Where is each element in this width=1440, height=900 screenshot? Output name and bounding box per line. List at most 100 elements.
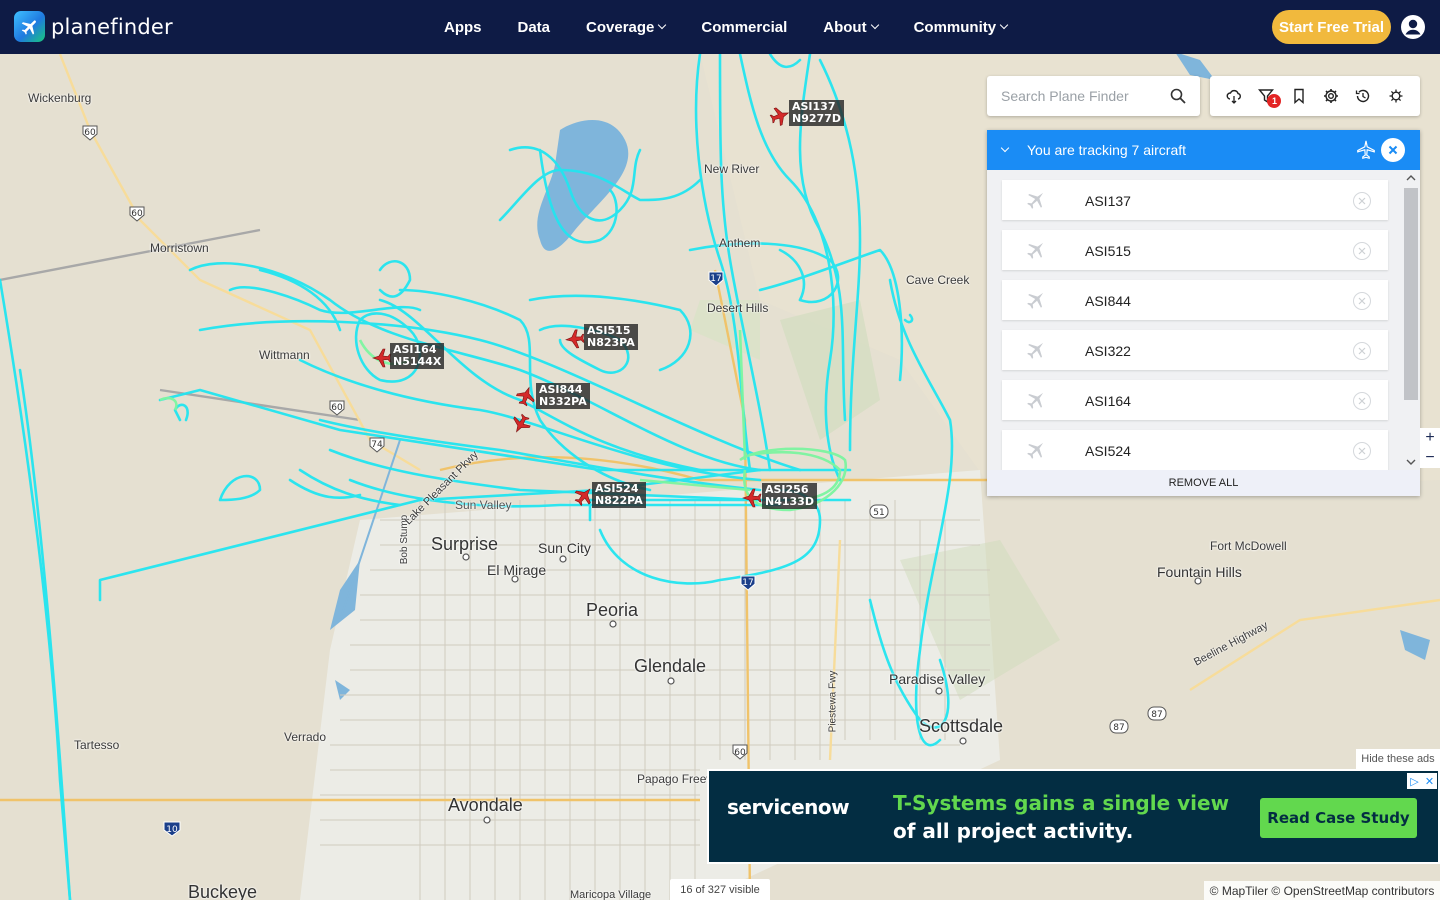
zoom-out-button[interactable]: − — [1420, 448, 1440, 468]
search-box — [987, 76, 1200, 116]
place-label: Desert Hills — [707, 301, 769, 315]
filter-icon[interactable]: 1 — [1256, 86, 1282, 108]
svg-text:17: 17 — [710, 274, 721, 284]
nav-community-label: Community — [913, 18, 997, 36]
search-input[interactable] — [1001, 77, 1171, 115]
planefinder-logo[interactable]: planefinder — [14, 11, 173, 42]
place-label: Anthem — [719, 236, 761, 250]
place-label: Papago Freew — [637, 772, 716, 786]
remove-aircraft-button[interactable] — [1353, 292, 1371, 310]
place-label: Morristown — [150, 241, 209, 255]
chevron-down-icon — [999, 20, 1009, 30]
svg-text:87: 87 — [1151, 710, 1162, 720]
close-icon — [1358, 247, 1366, 255]
tag-registration: N822PA — [595, 494, 643, 507]
place-label: El Mirage — [487, 562, 547, 578]
nav-community[interactable]: Community — [896, 19, 1026, 36]
map-attribution[interactable]: © MapTiler © OpenStreetMap contributors — [1204, 881, 1440, 900]
ad-choices-icon[interactable]: ▷ — [1407, 773, 1422, 789]
scroll-up-icon[interactable] — [1405, 174, 1417, 182]
tracked-aircraft-row[interactable]: ASI322 — [1002, 330, 1388, 370]
advertisement-banner[interactable]: servicenow T-Systems gains a single view… — [707, 769, 1440, 864]
chevron-down-icon — [1000, 143, 1010, 153]
scrollbar-thumb[interactable] — [1404, 188, 1418, 400]
history-icon[interactable] — [1353, 86, 1373, 106]
close-tracking-button[interactable] — [1381, 138, 1405, 162]
search-icon[interactable] — [1170, 88, 1186, 104]
settings-icon[interactable] — [1321, 86, 1341, 106]
tracking-panel: You are tracking 7 aircraft ASI137 ASI51… — [987, 130, 1420, 496]
nav-about-label: About — [823, 18, 867, 36]
tag-registration: N332PA — [539, 395, 587, 408]
aircraft-icon — [1027, 242, 1044, 259]
nav-data-label: Data — [517, 18, 551, 36]
aircraft-icon — [1027, 192, 1044, 209]
tracked-aircraft-row[interactable]: ASI164 — [1002, 380, 1388, 420]
visible-aircraft-count: 16 of 327 visible — [670, 879, 770, 900]
nav-apps[interactable]: Apps — [426, 19, 500, 36]
aircraft-icon — [1027, 392, 1044, 409]
remove-all-button[interactable]: REMOVE ALL — [987, 470, 1420, 496]
chevron-down-icon — [658, 20, 667, 30]
aircraft-tag[interactable]: ASI524 N822PA — [592, 482, 646, 508]
aircraft-icon — [1027, 292, 1044, 309]
aircraft-callsign: ASI322 — [1085, 343, 1131, 359]
airplane-outline-icon[interactable] — [1355, 139, 1377, 161]
user-circle-icon[interactable] — [1400, 14, 1426, 40]
tracking-title: You are tracking 7 aircraft — [1027, 142, 1187, 158]
tracked-aircraft-row[interactable]: ASI524 — [1002, 430, 1388, 470]
ad-subline: of all project activity. — [893, 819, 1134, 843]
read-case-study-button[interactable]: Read Case Study — [1260, 798, 1417, 838]
tracked-aircraft-row[interactable]: ASI515 — [1002, 230, 1388, 270]
place-label: Buckeye — [188, 882, 258, 900]
map-toolbar: 1 — [1210, 76, 1420, 116]
remove-aircraft-button[interactable] — [1353, 192, 1371, 210]
aircraft-tag[interactable]: ASI164 N5144X — [390, 343, 445, 369]
aircraft-callsign: ASI515 — [1085, 243, 1131, 259]
collapse-panel-button[interactable] — [987, 130, 1023, 170]
virus-icon[interactable] — [1386, 86, 1406, 106]
scroll-down-icon[interactable] — [1405, 458, 1417, 466]
close-ad-icon[interactable]: ✕ — [1422, 773, 1437, 789]
road-label: Piestewa Fwy — [827, 670, 839, 733]
route-shield: 60 — [732, 744, 748, 760]
aircraft-tag[interactable]: ASI256 N4133D — [762, 483, 817, 509]
remove-aircraft-button[interactable] — [1353, 342, 1371, 360]
hide-ads-link[interactable]: Hide these ads — [1356, 749, 1440, 769]
weather-cloud-icon[interactable] — [1224, 86, 1244, 106]
aircraft-tag[interactable]: ASI137 N9277D — [789, 100, 844, 126]
svg-text:87: 87 — [1113, 723, 1124, 733]
place-label: Sun City — [538, 540, 591, 556]
remove-aircraft-button[interactable] — [1353, 242, 1371, 260]
close-icon — [1358, 347, 1366, 355]
svg-text:74: 74 — [371, 440, 383, 450]
svg-text:10: 10 — [166, 825, 178, 835]
tracked-aircraft-row[interactable]: ASI844 — [1002, 280, 1388, 320]
remove-aircraft-button[interactable] — [1353, 442, 1371, 460]
aircraft-tag[interactable]: ASI844 N332PA — [536, 383, 590, 409]
place-label: Paradise Valley — [889, 671, 986, 687]
ad-choices-badge[interactable]: ▷ ✕ — [1407, 773, 1437, 789]
tracked-aircraft-row[interactable]: ASI137 — [1002, 180, 1388, 220]
servicenow-logo: servicenow — [727, 795, 850, 819]
tag-registration: N823PA — [587, 336, 635, 349]
nav-commercial[interactable]: Commercial — [683, 19, 805, 36]
nav-apps-label: Apps — [444, 18, 482, 36]
close-icon — [1358, 447, 1366, 455]
zoom-in-button[interactable]: + — [1420, 428, 1440, 448]
place-label: Glendale — [634, 656, 707, 676]
filter-count-badge: 1 — [1267, 94, 1282, 108]
nav-coverage[interactable]: Coverage — [568, 19, 683, 36]
main-nav: Apps Data Coverage Commercial About Comm… — [426, 0, 1025, 54]
nav-about[interactable]: About — [805, 19, 895, 36]
tag-registration: N9277D — [792, 112, 841, 125]
bookmark-icon[interactable] — [1289, 86, 1309, 106]
start-free-trial-button[interactable]: Start Free Trial — [1272, 10, 1391, 44]
close-icon — [1358, 397, 1366, 405]
aircraft-tag[interactable]: ASI515 N823PA — [584, 324, 638, 350]
place-label: Cave Creek — [906, 273, 970, 287]
nav-data[interactable]: Data — [500, 19, 569, 36]
place-label: Maricopa Village — [570, 889, 652, 900]
tracked-aircraft-list[interactable]: ASI137 ASI515 ASI844 ASI322 ASI164 ASI52… — [987, 170, 1420, 470]
remove-aircraft-button[interactable] — [1353, 392, 1371, 410]
